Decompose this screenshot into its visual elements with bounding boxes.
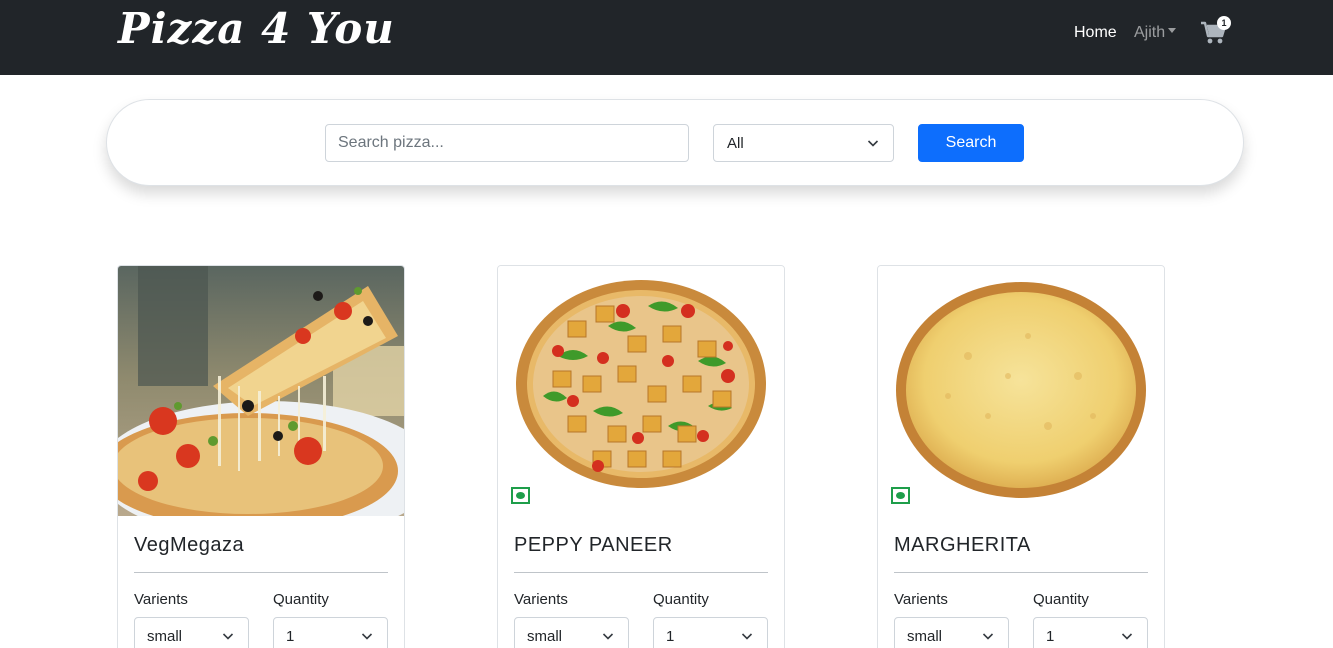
chevron-down-icon: [741, 633, 753, 640]
pizza-name: PEPPY PANEER: [514, 534, 673, 556]
nav-home-link[interactable]: Home: [1074, 24, 1117, 42]
pizza-image[interactable]: [878, 266, 1164, 516]
pizza-card: MARGHERITA Varients Quantity small 1: [877, 265, 1165, 648]
variant-select[interactable]: small: [514, 617, 629, 648]
quantity-select-value: 1: [666, 628, 675, 645]
quantity-label: Quantity: [1033, 591, 1089, 608]
pizza-image[interactable]: [498, 266, 784, 516]
pizza-card: VegMegaza Varients Quantity small 1: [117, 265, 405, 648]
user-name: Ajith: [1134, 24, 1166, 41]
variants-label: Varients: [894, 591, 948, 608]
variants-label: Varients: [134, 591, 188, 608]
chevron-down-icon: [602, 633, 614, 640]
chevron-down-icon: [1121, 633, 1133, 640]
chevron-down-icon: [867, 140, 879, 147]
cart-count-badge: 1: [1217, 16, 1231, 30]
variant-select[interactable]: small: [134, 617, 249, 648]
divider: [134, 572, 388, 573]
quantity-select[interactable]: 1: [273, 617, 388, 648]
brand-logo[interactable]: Pizza 4 You: [118, 4, 395, 53]
chevron-down-icon: [361, 633, 373, 640]
user-dropdown[interactable]: Ajith: [1134, 24, 1177, 42]
category-select[interactable]: All: [713, 124, 894, 162]
divider: [894, 572, 1148, 573]
variant-select-value: small: [147, 628, 183, 645]
pizza-name: MARGHERITA: [894, 534, 1031, 556]
search-input[interactable]: [325, 124, 689, 162]
chevron-down-icon: [222, 633, 234, 640]
variant-select-value: small: [527, 628, 563, 645]
pizza-card: PEPPY PANEER Varients Quantity small 1: [497, 265, 785, 648]
quantity-select[interactable]: 1: [1033, 617, 1148, 648]
variant-select-value: small: [907, 628, 943, 645]
quantity-label: Quantity: [273, 591, 329, 608]
divider: [514, 572, 768, 573]
quantity-select-value: 1: [286, 628, 295, 645]
variant-select[interactable]: small: [894, 617, 1009, 648]
veg-icon: [511, 487, 530, 504]
navbar: Pizza 4 You Home Ajith 1: [0, 0, 1333, 75]
pizza-image[interactable]: [118, 266, 404, 516]
category-select-value: All: [727, 135, 744, 152]
variants-label: Varients: [514, 591, 568, 608]
pizza-name: VegMegaza: [134, 534, 245, 556]
caret-down-icon: [1168, 28, 1177, 34]
quantity-label: Quantity: [653, 591, 709, 608]
veg-icon: [891, 487, 910, 504]
search-button[interactable]: Search: [918, 124, 1024, 162]
quantity-select[interactable]: 1: [653, 617, 768, 648]
chevron-down-icon: [982, 633, 994, 640]
quantity-select-value: 1: [1046, 628, 1055, 645]
